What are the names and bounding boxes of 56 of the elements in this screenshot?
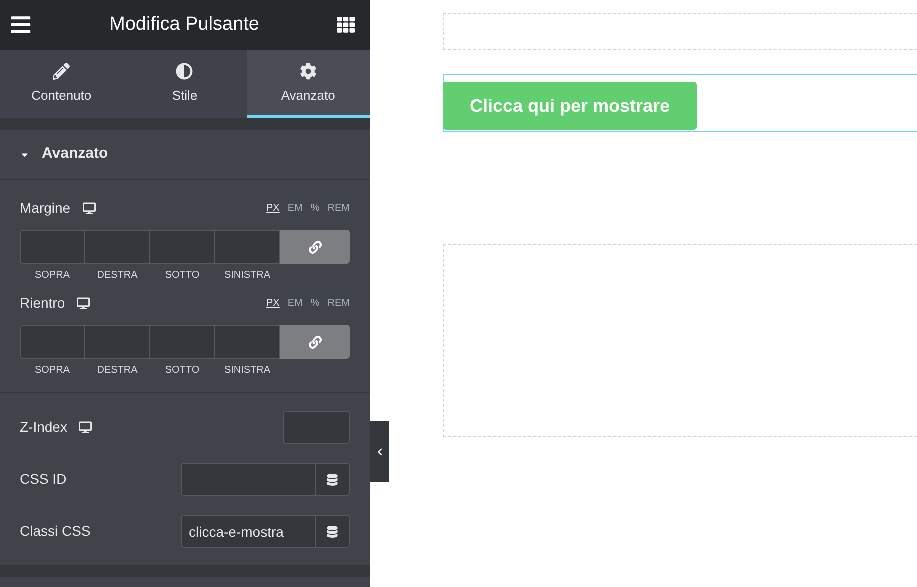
tab[interactable]: Avanzato [246, 50, 370, 118]
side-label: DESTRA [97, 364, 138, 378]
contrast-icon [176, 62, 194, 80]
database-icon [327, 526, 338, 538]
settings-icon [300, 62, 317, 80]
number-input[interactable] [283, 411, 350, 444]
dimension-input[interactable] [150, 230, 215, 264]
section-header[interactable]: Avanzato [0, 130, 370, 180]
side-label: SOTTO [165, 364, 200, 378]
side-label: SINISTRA [224, 364, 271, 378]
dimension-input[interactable] [85, 325, 150, 359]
dimension-input[interactable] [85, 230, 150, 264]
link-values-button[interactable] [280, 230, 350, 264]
pencil-icon [53, 62, 70, 80]
field-label: CSS ID [20, 470, 67, 489]
menu-icon[interactable] [10, 14, 32, 36]
side-label: SOPRA [34, 269, 70, 283]
dimension-input[interactable] [215, 230, 280, 264]
tab[interactable]: Stile [123, 50, 247, 118]
unit-option[interactable]: REM [328, 201, 350, 216]
desktop-icon[interactable] [77, 297, 90, 310]
unit-option[interactable]: PX [266, 296, 280, 311]
control-label: Margine [20, 199, 71, 218]
text-field[interactable]: clicca-e-mostra [181, 515, 316, 548]
link-icon [308, 336, 322, 348]
dimension-input[interactable] [215, 325, 280, 359]
unit-option[interactable]: EM [288, 201, 303, 216]
dimension-input[interactable] [20, 325, 85, 359]
desktop-icon[interactable] [79, 421, 92, 434]
unit-option[interactable]: % [310, 201, 320, 216]
panel-collapse-handle[interactable] [370, 421, 389, 482]
dynamic-tags-button[interactable] [316, 463, 350, 496]
unit-option[interactable]: PX [266, 201, 280, 216]
apps-grid-icon[interactable] [337, 16, 355, 34]
section-title: Avanzato [42, 144, 108, 164]
side-label: DESTRA [97, 269, 138, 283]
control-label: Rientro [20, 294, 66, 313]
unit-option[interactable]: EM [288, 296, 303, 311]
side-label: SINISTRA [224, 269, 271, 283]
database-icon [327, 474, 338, 486]
field-label: Classi CSS [20, 522, 91, 541]
side-label: SOTTO [165, 269, 200, 283]
field-label: Z-Index [20, 418, 68, 437]
dimension-input[interactable] [20, 230, 85, 264]
dimension-input[interactable] [150, 325, 215, 359]
chevron-left-icon [376, 448, 384, 456]
link-values-button[interactable] [280, 325, 350, 359]
panel-title: Modifica Pulsante [110, 12, 260, 37]
unit-option[interactable]: % [310, 296, 320, 311]
unit-option[interactable]: REM [328, 296, 350, 311]
desktop-icon[interactable] [82, 202, 96, 215]
text-field[interactable] [181, 463, 316, 496]
tab[interactable]: Contenuto [0, 50, 124, 118]
dynamic-tags-button[interactable] [316, 515, 350, 548]
side-label: SOPRA [34, 364, 70, 378]
link-icon [308, 240, 322, 254]
